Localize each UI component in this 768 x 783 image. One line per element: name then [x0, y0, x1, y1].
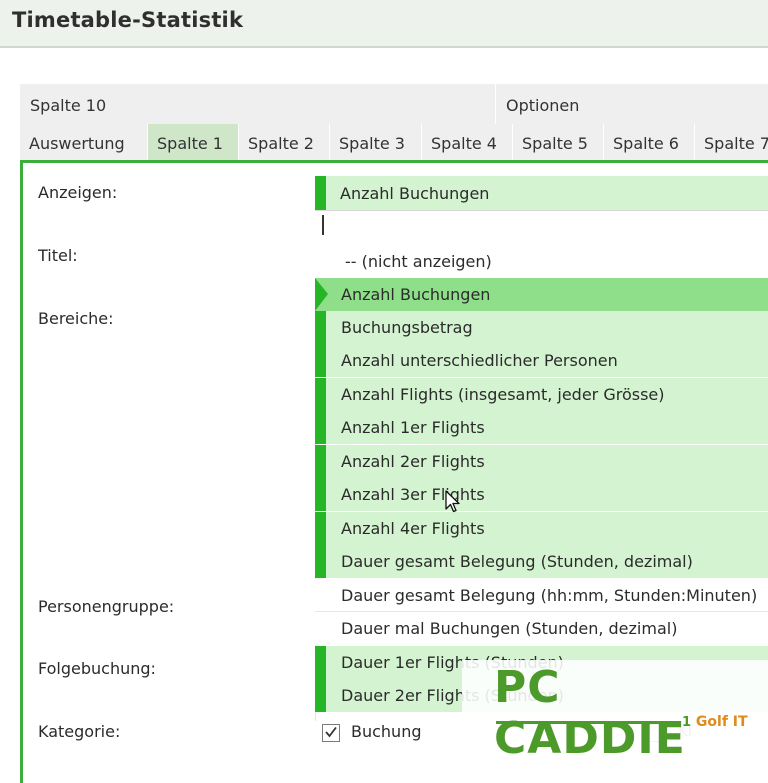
dropdown-option[interactable]: Buchungsbetrag	[315, 311, 768, 344]
option-accent-bar	[315, 512, 326, 545]
option-label: Anzahl 3er Flights	[341, 485, 485, 504]
option-accent-bar	[315, 378, 326, 411]
bereiche-label: Bereiche:	[38, 309, 114, 328]
tab-spalte-4[interactable]: Spalte 4	[422, 124, 513, 162]
dropdown-option-selected[interactable]: Anzahl Buchungen	[315, 278, 768, 311]
logo-wordmark: PC CADDIE	[494, 662, 686, 764]
tab-spalte-7[interactable]: Spalte 7	[695, 124, 768, 162]
logo-tagline-text: Golf IT	[695, 714, 748, 730]
dropdown-search-input[interactable]	[315, 211, 768, 245]
checkmark-icon	[325, 726, 337, 738]
option-label: -- (nicht anzeigen)	[345, 252, 492, 271]
mouse-pointer-icon	[445, 490, 461, 518]
buchung-checkbox-label: Buchung	[351, 722, 422, 741]
option-label: Dauer gesamt Belegung (Stunden, dezimal)	[341, 552, 693, 571]
dropdown-option[interactable]: Anzahl unterschiedlicher Personen	[315, 344, 768, 377]
text-caret	[322, 215, 324, 235]
logo-tagline: 1 Golf IT	[682, 714, 748, 730]
dropdown-option[interactable]: Anzahl 4er Flights	[315, 512, 768, 545]
option-label: Anzahl 2er Flights	[341, 452, 485, 471]
option-label: Dauer gesamt Belegung (hh:mm, Stunden:Mi…	[341, 586, 758, 605]
kategorie-label: Kategorie:	[38, 722, 121, 741]
option-label: Buchungsbetrag	[341, 318, 473, 337]
logo-tagline-number: 1	[682, 715, 692, 730]
option-label: Anzahl Buchungen	[341, 285, 491, 304]
tab-row: Auswertung Spalte 1 Spalte 2 Spalte 3 Sp…	[20, 124, 768, 162]
dropdown-option[interactable]: Dauer mal Buchungen (Stunden, dezimal)	[315, 612, 768, 645]
anzeigen-label: Anzeigen:	[38, 183, 118, 202]
option-label: Anzahl Flights (insgesamt, jeder Grösse)	[341, 385, 665, 404]
dropdown-option[interactable]: Anzahl Flights (insgesamt, jeder Grösse)	[315, 378, 768, 411]
option-accent-bar	[315, 445, 326, 478]
tab-optionen[interactable]: Optionen	[506, 96, 579, 115]
title-bar: Timetable-Statistik	[0, 0, 768, 48]
option-accent-bar	[315, 545, 326, 578]
option-accent-bar	[315, 411, 326, 444]
option-label: Anzahl 4er Flights	[341, 519, 485, 538]
tab-spalte-6[interactable]: Spalte 6	[604, 124, 695, 162]
dropdown-option[interactable]: -- (nicht anzeigen)	[315, 245, 768, 278]
dropdown-option[interactable]: Dauer gesamt Belegung (hh:mm, Stunden:Mi…	[315, 579, 768, 612]
option-accent-bar	[315, 679, 326, 712]
titel-label: Titel:	[38, 246, 78, 265]
window-title: Timetable-Statistik	[12, 8, 244, 32]
option-accent-bar	[315, 344, 326, 377]
logo-underline	[496, 721, 678, 724]
pc-caddie-logo: PC CADDIE 1 Golf IT	[462, 660, 768, 764]
tab-spalte-3[interactable]: Spalte 3	[330, 124, 422, 162]
select-accent-bar	[315, 176, 326, 210]
tab-spalte-10[interactable]: Spalte 10	[30, 96, 106, 115]
tab-spalte-5[interactable]: Spalte 5	[513, 124, 604, 162]
folgebuchung-label: Folgebuchung:	[38, 659, 156, 678]
dropdown-option[interactable]: Anzahl 1er Flights	[315, 411, 768, 444]
dropdown-option[interactable]: Anzahl 3er Flights	[315, 478, 768, 511]
option-label: Anzahl 1er Flights	[341, 418, 485, 437]
option-accent-bar	[315, 646, 326, 679]
personengruppe-label: Personengruppe:	[38, 597, 175, 616]
tab-auswertung[interactable]: Auswertung	[20, 124, 148, 162]
tab-divider	[495, 84, 496, 124]
option-accent-bar	[315, 311, 326, 344]
dropdown-option[interactable]: Anzahl 2er Flights	[315, 445, 768, 478]
selected-arrow-icon	[315, 278, 328, 311]
dropdown-option[interactable]: Dauer gesamt Belegung (Stunden, dezimal)	[315, 545, 768, 578]
option-accent-bar	[315, 478, 326, 511]
tab-spalte-2[interactable]: Spalte 2	[239, 124, 330, 162]
anzeigen-select[interactable]: Anzahl Buchungen	[315, 176, 768, 210]
buchung-checkbox[interactable]	[322, 724, 340, 742]
top-tab-row: Spalte 10 Optionen	[20, 84, 768, 124]
anzeigen-selected-value: Anzahl Buchungen	[340, 184, 490, 203]
tab-spalte-1[interactable]: Spalte 1	[148, 124, 239, 162]
option-label: Dauer mal Buchungen (Stunden, dezimal)	[341, 619, 678, 638]
option-label: Anzahl unterschiedlicher Personen	[341, 351, 618, 370]
